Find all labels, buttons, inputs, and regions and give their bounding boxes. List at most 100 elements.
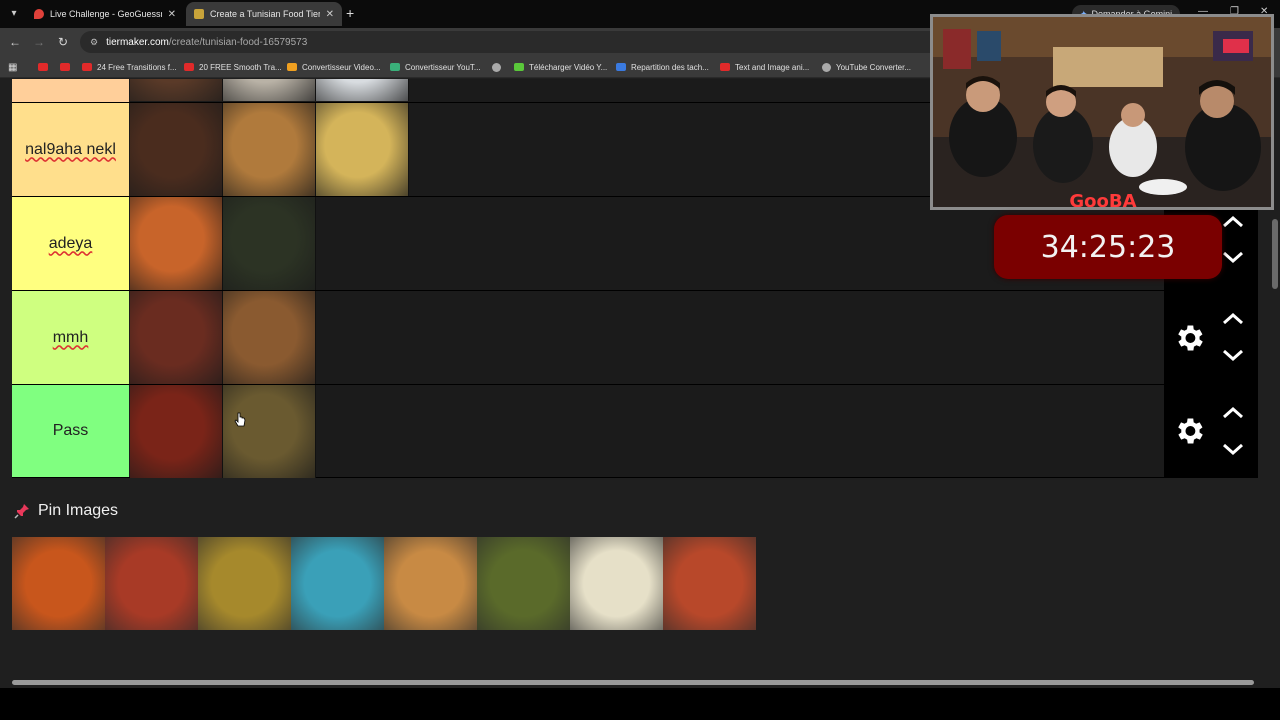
pin-images-pool — [12, 537, 756, 630]
tab-tiermaker[interactable]: Create a Tunisian Food Tier List ✕ — [186, 2, 342, 26]
bookmark-label: 20 FREE Smooth Tra... — [199, 62, 282, 72]
download-icon — [514, 63, 524, 71]
bookmark-label: Convertisseur Video... — [302, 62, 381, 72]
tiermaker-icon — [194, 9, 204, 19]
food-image[interactable] — [316, 103, 409, 196]
gooba-logo: GooBA — [1069, 191, 1136, 207]
food-image[interactable] — [223, 103, 316, 196]
tier-row: mmh — [12, 290, 1258, 384]
bookmark-label: Convertisseur YouT... — [405, 62, 481, 72]
food-image[interactable] — [130, 103, 223, 196]
pin-food-image[interactable] — [570, 537, 663, 630]
new-tab-button[interactable]: + — [346, 5, 354, 21]
bookmark-label: Repartition des tach... — [631, 62, 709, 72]
tier-items — [130, 197, 316, 290]
bookmark-item[interactable]: YouTube Converter... — [822, 60, 911, 74]
tier-items — [130, 79, 409, 102]
food-image[interactable] — [130, 291, 223, 384]
bookmark-item[interactable]: Convertisseur YouT... — [390, 60, 481, 74]
pin-food-image[interactable] — [105, 537, 198, 630]
food-image[interactable] — [130, 197, 223, 290]
apps-icon[interactable]: ▦ — [8, 60, 17, 74]
url-path: /create/tunisian-food-16579573 — [168, 36, 308, 48]
food-image[interactable] — [223, 197, 316, 290]
stream-timer: 34:25:23 — [994, 215, 1222, 279]
pin-food-image[interactable] — [291, 537, 384, 630]
map-pin-icon — [34, 9, 44, 19]
youtube-icon — [60, 63, 70, 71]
food-image[interactable] — [223, 385, 316, 478]
tab-geoguessr[interactable]: Live Challenge - GeoGuessr ✕ — [26, 2, 184, 26]
chevron-down-icon[interactable] — [1220, 347, 1246, 363]
tier-controls — [1164, 385, 1258, 477]
globe-icon — [822, 62, 831, 72]
bookmark-item[interactable] — [60, 60, 75, 74]
tier-label-text: Pass — [52, 422, 89, 439]
bookmark-item[interactable] — [492, 60, 506, 74]
pin-food-image[interactable] — [198, 537, 291, 630]
url-host: tiermaker.com — [106, 36, 169, 48]
bookmark-item[interactable]: 24 Free Transitions f... — [82, 60, 177, 74]
tier-label[interactable]: adeya — [12, 197, 129, 290]
bookmark-label: 24 Free Transitions f... — [97, 62, 177, 72]
chevron-up-icon[interactable] — [1220, 405, 1246, 421]
tier-label[interactable]: mmh — [12, 291, 129, 384]
docs-icon — [616, 63, 626, 71]
scrollbar-thumb[interactable] — [1272, 219, 1278, 289]
reload-icon[interactable]: ↻ — [55, 34, 71, 50]
pin-food-image[interactable] — [12, 537, 105, 630]
tier-label[interactable]: nal9aha nekl — [12, 103, 129, 196]
bookmark-item[interactable]: Text and Image ani... — [720, 60, 809, 74]
bookmark-item[interactable] — [38, 60, 53, 74]
address-bar[interactable]: ⚙ tiermaker.com/create/tunisian-food-165… — [80, 31, 940, 53]
chevron-down-icon[interactable] — [1220, 249, 1246, 265]
tab-title: Create a Tunisian Food Tier List — [210, 9, 320, 19]
pin-images-title: Pin Images — [38, 502, 119, 519]
tab-search-icon[interactable]: ▾ — [6, 6, 22, 22]
bookmark-label: YouTube Converter... — [836, 62, 912, 72]
bookmark-item[interactable]: 20 FREE Smooth Tra... — [184, 60, 282, 74]
food-image[interactable] — [316, 79, 409, 101]
bookmark-item[interactable]: Télécharger Vidéo Y... — [514, 60, 607, 74]
food-image[interactable] — [223, 79, 316, 101]
chevron-down-icon[interactable] — [1220, 441, 1246, 457]
pin-icon — [14, 504, 29, 519]
tab-title: Live Challenge - GeoGuessr — [50, 9, 162, 19]
horizontal-scrollbar[interactable] — [0, 676, 1270, 688]
bookmark-label: Text and Image ani... — [735, 62, 810, 72]
food-image[interactable] — [130, 385, 223, 478]
tier-label[interactable]: Pass — [12, 385, 129, 477]
tier-label[interactable] — [12, 79, 129, 102]
globe-icon — [492, 62, 501, 72]
youtube-icon — [82, 63, 92, 71]
pin-food-image[interactable] — [663, 537, 756, 630]
gear-icon[interactable] — [1172, 321, 1206, 355]
bookmark-item[interactable]: Repartition des tach... — [616, 60, 709, 74]
bookmark-item[interactable]: Convertisseur Video... — [287, 60, 381, 74]
site-info-icon[interactable]: ⚙ — [90, 37, 98, 48]
webcam-scene: GooBA — [933, 17, 1271, 207]
stream-bottom-bar — [0, 688, 1280, 720]
pin-images-header: Pin Images — [14, 502, 118, 520]
close-icon[interactable]: ✕ — [326, 9, 334, 20]
back-icon[interactable]: ← — [7, 34, 23, 50]
pin-food-image[interactable] — [384, 537, 477, 630]
gear-icon[interactable] — [1172, 414, 1206, 448]
tier-label-text: adeya — [48, 234, 93, 252]
scrollbar-thumb[interactable] — [12, 680, 1254, 685]
forward-icon[interactable]: → — [31, 34, 47, 50]
food-image[interactable] — [223, 291, 316, 384]
hand-cursor-icon — [234, 412, 246, 427]
tier-label-text: mmh — [52, 328, 89, 346]
tier-items — [130, 291, 316, 384]
leaf-icon — [390, 63, 400, 71]
chevron-up-icon[interactable] — [1220, 214, 1246, 230]
timer-text: 34:25:23 — [1040, 229, 1176, 265]
tier-row: Pass — [12, 384, 1258, 478]
food-image[interactable] — [130, 79, 223, 101]
close-icon[interactable]: ✕ — [168, 9, 176, 20]
chevron-up-icon[interactable] — [1220, 311, 1246, 327]
pin-food-image[interactable] — [477, 537, 570, 630]
tier-controls — [1164, 291, 1258, 384]
youtube-icon — [720, 63, 730, 71]
